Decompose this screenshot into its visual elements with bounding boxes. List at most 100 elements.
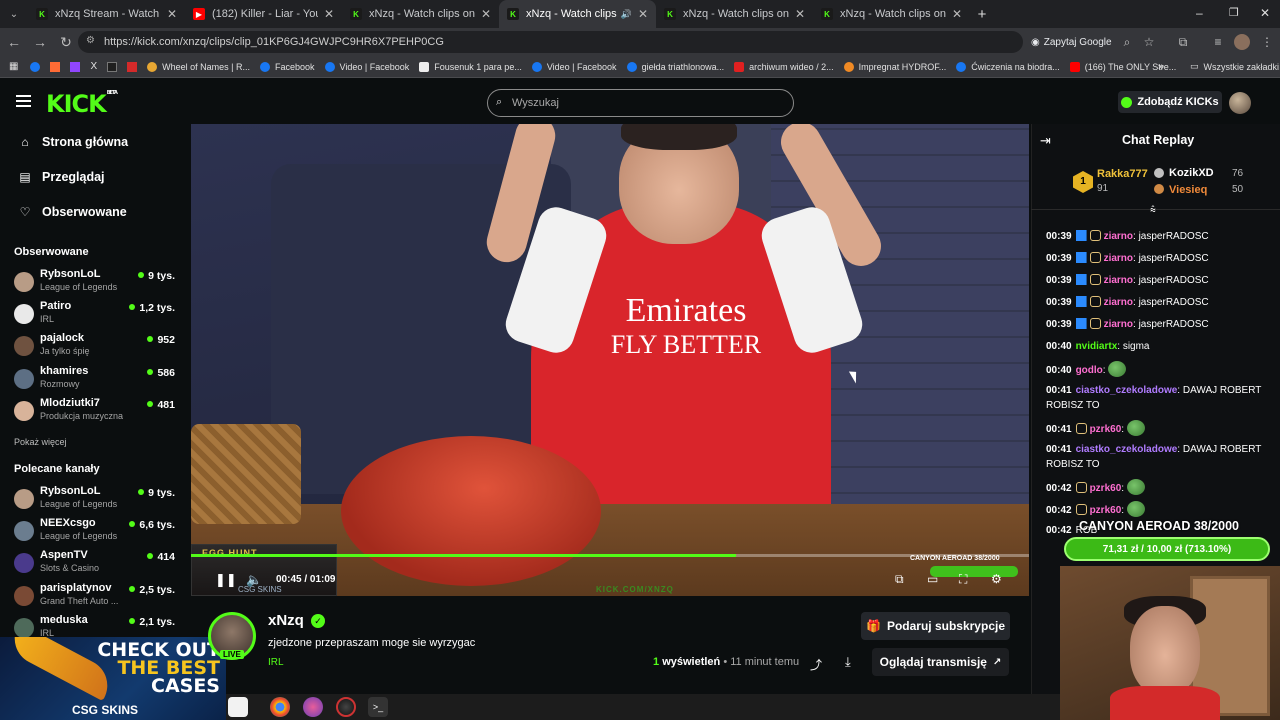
sidebar-channel[interactable]: Mlodziutki7 Produkcja muzyczna 481 [14, 397, 179, 429]
close-tab-icon[interactable]: ✕ [481, 7, 491, 21]
bookmark-item[interactable]: Fousenuk 1 para pe... [419, 61, 522, 72]
back-icon[interactable]: ← [2, 30, 26, 54]
sidebar-channel[interactable]: khamires Rozmowy 586 [14, 365, 179, 397]
chat-username[interactable]: godlo [1076, 365, 1103, 376]
chat-username[interactable]: ziarno [1104, 297, 1133, 308]
share-icon[interactable]: ⤴ [810, 656, 822, 673]
chat-username[interactable]: ziarno [1104, 275, 1133, 286]
hamburger-menu-icon[interactable] [16, 95, 31, 107]
app-icon[interactable] [336, 697, 356, 717]
sidebar-channel[interactable]: Patiro IRL 1,2 tys. [14, 300, 179, 332]
settings-icon[interactable]: ⚙ [991, 572, 1002, 586]
all-bookmarks[interactable]: ▭ Wszystkie zakładki [1190, 61, 1279, 72]
restore-icon[interactable]: ❐ [1229, 6, 1239, 19]
close-tab-icon[interactable]: ✕ [324, 7, 334, 21]
extensions-icon[interactable]: ⧉ [1175, 34, 1191, 50]
chat-username[interactable]: pzrk60 [1090, 483, 1122, 494]
bookmark-icon[interactable] [107, 61, 118, 72]
chat-username[interactable]: ziarno [1104, 231, 1133, 242]
reload-icon[interactable]: ↻ [54, 30, 78, 54]
menu-icon[interactable]: ⋮ [1259, 34, 1275, 50]
bookmark-item[interactable]: Video | Facebook [324, 61, 409, 72]
video-progress-bar[interactable] [191, 554, 1029, 557]
volume-icon[interactable]: 🔈 [246, 572, 262, 588]
twitch-bookmark-icon[interactable] [70, 61, 81, 72]
ask-google-button[interactable]: ◉ Zapytaj Google [1031, 33, 1112, 51]
chat-username[interactable]: ziarno [1104, 253, 1133, 264]
sidebar-channel[interactable]: RybsonLoL League of Legends 9 tys. [14, 485, 179, 517]
sidebar-channel[interactable]: parisplatynov Grand Theft Auto ... 2,5 tys… [14, 582, 179, 614]
site-info-icon[interactable]: ⚙ [86, 35, 95, 46]
bookmark-item[interactable]: Impregnat HYDROF... [843, 61, 946, 72]
browser-tab[interactable]: KxNzq - Watch clips on Kick✕ [342, 0, 499, 28]
app-icon[interactable] [303, 697, 323, 717]
minimize-icon[interactable]: – [1196, 6, 1203, 20]
clip-category[interactable]: IRL [268, 657, 284, 668]
bookmark-star-icon[interactable]: ☆ [1141, 34, 1157, 50]
more-bookmarks-icon[interactable]: » [1158, 61, 1164, 73]
pause-icon[interactable]: ❚❚ [215, 572, 237, 588]
chat-username[interactable]: ziarno [1104, 319, 1133, 330]
bookmark-item[interactable]: Video | Facebook [531, 61, 617, 72]
bookmark-item[interactable]: giełda triathlonowa... [626, 61, 724, 72]
pip-icon[interactable]: ⧉ [895, 572, 904, 587]
close-tab-icon[interactable]: ✕ [167, 7, 177, 21]
search-input[interactable]: ⌕ Wyszukaj [487, 89, 794, 117]
bookmark-icon[interactable] [127, 61, 138, 72]
chat-username[interactable]: ciastko_czekoladowe [1076, 385, 1178, 396]
sidebar-channel[interactable]: pajalock Ja tylko śpię 952 [14, 332, 179, 364]
fullscreen-icon[interactable]: ⛶ [959, 572, 967, 587]
browser-tab-active[interactable]: KxNzq - Watch clips on Kick🔊✕ [499, 0, 656, 28]
bookmark-item[interactable]: Ćwiczenia na biodra... [956, 61, 1060, 72]
video-player[interactable]: Emirates FLY BETTER [191, 124, 1029, 596]
channel-name[interactable]: xNzq [268, 612, 304, 629]
terminal-icon[interactable]: >_ [368, 697, 388, 717]
expand-leaderboard-icon[interactable]: ⩯ [1150, 205, 1156, 216]
sidebar-channel[interactable]: AspenTV Slots & Casino 414 [14, 549, 179, 581]
nav-browse[interactable]: ▤ Przeglądaj [18, 170, 104, 184]
chat-username[interactable]: nvidiartx [1076, 341, 1118, 352]
close-window-icon[interactable]: ✕ [1260, 6, 1270, 20]
chat-username[interactable]: pzrk60 [1090, 505, 1122, 516]
get-kicks-button[interactable]: Zdobądź KICKs [1118, 91, 1222, 113]
close-tab-icon[interactable]: ✕ [795, 7, 805, 21]
tab-search-icon[interactable]: ⌄ [0, 0, 28, 28]
bookmark-icon[interactable] [50, 61, 61, 72]
profile-avatar[interactable] [1234, 34, 1250, 50]
x-bookmark-icon[interactable]: X [90, 61, 97, 72]
facebook-bookmark-icon[interactable] [30, 61, 41, 72]
address-bar[interactable]: ⚙ https://kick.com/xnzq/clips/clip_01KP6G… [78, 31, 1023, 53]
audio-playing-icon[interactable]: 🔊 [621, 9, 632, 20]
blank-taskbar-item[interactable] [228, 697, 248, 717]
nav-home[interactable]: ⌂ Strona główna [18, 135, 128, 149]
sidebar-channel[interactable]: RybsonLoL League of Legends 9 tys. [14, 268, 179, 300]
apps-icon[interactable]: ▦ [9, 61, 18, 72]
chrome-icon[interactable] [270, 697, 290, 717]
download-icon[interactable]: ⤓ [845, 654, 851, 670]
browser-tab[interactable]: KxNzq - Watch clips on Kick✕ [813, 0, 970, 28]
gift-subscription-button[interactable]: 🎁 Podaruj subskrypcje [861, 612, 1010, 640]
theater-mode-icon[interactable]: ▭ [927, 572, 938, 586]
bookmark-item[interactable]: Facebook [260, 61, 315, 72]
close-tab-icon[interactable]: ✕ [638, 7, 648, 21]
nav-following[interactable]: ♡ Obserwowane [18, 205, 127, 219]
kick-logo[interactable]: KICKBETA [46, 90, 118, 118]
chat-username[interactable]: ciastko_czekoladowe [1076, 444, 1178, 455]
close-tab-icon[interactable]: ✕ [952, 7, 962, 21]
collapse-chat-icon[interactable]: ⇥ [1040, 133, 1051, 149]
media-controls-icon[interactable]: ≡ [1210, 34, 1226, 50]
user-avatar[interactable] [1229, 92, 1251, 114]
watch-stream-button[interactable]: Oglądaj transmisję ↗ [872, 648, 1009, 676]
show-more-link[interactable]: Pokaż więcej [14, 437, 67, 447]
csgskins-ad-banner[interactable]: CHECK OUT THE BEST CASES CSG SKINS [0, 637, 226, 720]
bookmark-item[interactable]: Wheel of Names | R... [147, 61, 250, 72]
bookmark-item[interactable]: archiwum wideo / 2... [734, 61, 834, 72]
new-tab-button[interactable]: + [970, 6, 994, 23]
chat-username[interactable]: pzrk60 [1090, 424, 1122, 435]
zoom-icon[interactable]: ⌕ [1119, 34, 1135, 50]
browser-tab[interactable]: KxNzq - Watch clips on Kick✕ [656, 0, 813, 28]
browser-tab[interactable]: KxNzq Stream - Watch Live on Ki✕ [28, 0, 185, 28]
browser-tab[interactable]: ▶(182) Killer - Liar - YouTube✕ [185, 0, 342, 28]
forward-icon[interactable]: → [28, 30, 52, 54]
sidebar-channel[interactable]: NEEXcsgo League of Legends 6,6 tys. [14, 517, 179, 549]
